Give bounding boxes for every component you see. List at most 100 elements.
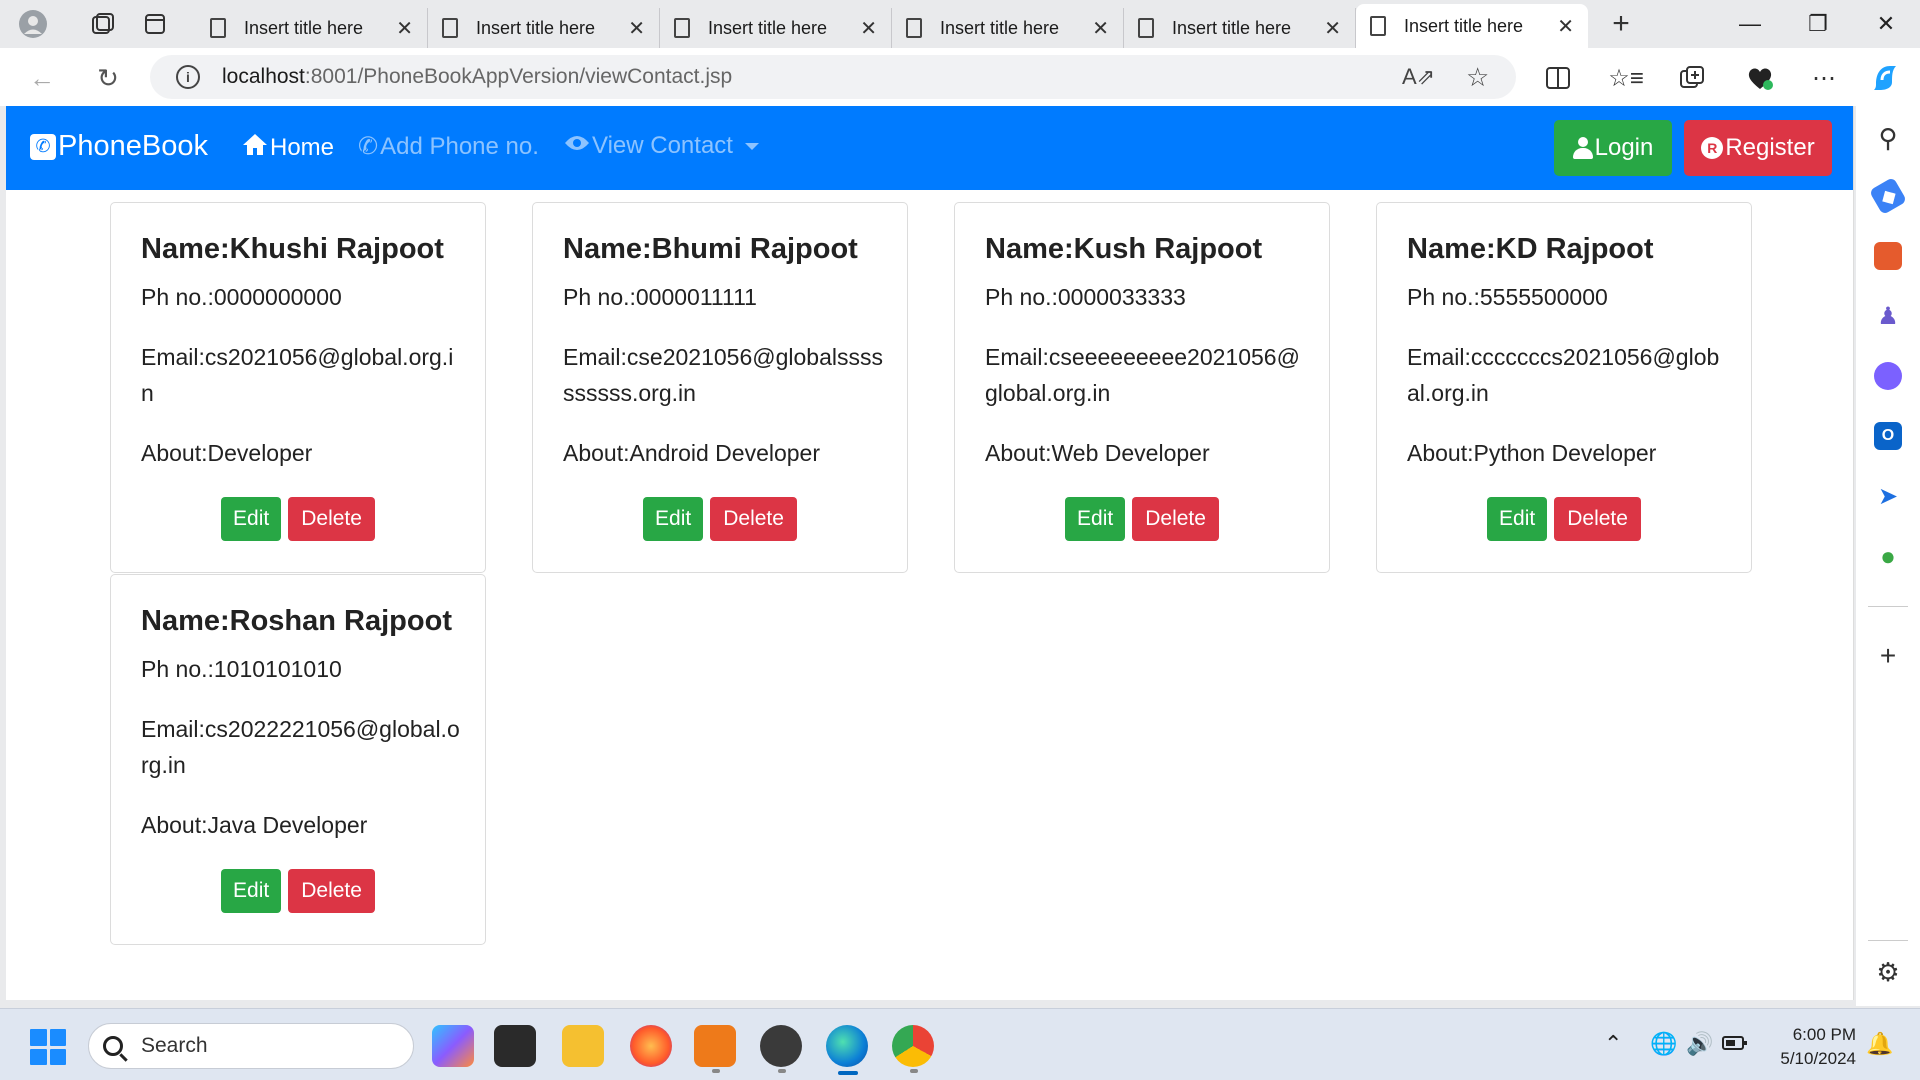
delete-button[interactable]: Delete bbox=[1554, 497, 1641, 541]
firefox-icon[interactable] bbox=[630, 1025, 672, 1067]
copilot-icon[interactable] bbox=[1866, 58, 1906, 98]
delete-button[interactable]: Delete bbox=[1132, 497, 1219, 541]
contact-email: Email:cseeeeeeeee2021056@global.org.in bbox=[985, 344, 1300, 406]
search-icon[interactable]: ⚲ bbox=[1874, 123, 1902, 153]
copilot-taskbar-icon[interactable] bbox=[432, 1025, 474, 1067]
edit-button[interactable]: Edit bbox=[221, 869, 282, 913]
nav-add-phone-link[interactable]: ✆ Add Phone no. bbox=[358, 132, 539, 161]
nav-home-link[interactable]: Home bbox=[242, 132, 334, 163]
tab-actions-icon[interactable] bbox=[134, 3, 176, 45]
brand-link[interactable]: ✆ PhoneBook bbox=[30, 130, 208, 163]
browser-tab[interactable]: Insert title here ✕ bbox=[660, 8, 892, 48]
volume-icon[interactable]: 🔊 bbox=[1686, 1031, 1713, 1057]
file-explorer-icon[interactable] bbox=[562, 1025, 604, 1067]
contact-name: Name:Khushi Rajpoot bbox=[141, 233, 444, 265]
close-tab-icon[interactable]: ✕ bbox=[1557, 14, 1574, 39]
contact-card: Name:Roshan Rajpoot Ph no.:1010101010 Emai… bbox=[110, 574, 486, 945]
tree-icon[interactable]: ● bbox=[1874, 541, 1902, 571]
restore-icon[interactable]: ❐ bbox=[1784, 0, 1852, 48]
windows-start-icon[interactable] bbox=[30, 1029, 66, 1065]
address-bar[interactable]: i localhost:8001/PhoneBookAppVersion/vie… bbox=[150, 55, 1516, 99]
contact-actions: Edit Delete bbox=[955, 497, 1329, 541]
game-app-icon[interactable] bbox=[760, 1025, 802, 1067]
contact-email: Email:cse2021056@globalssssssssss.org.in bbox=[563, 344, 883, 406]
workspaces-icon[interactable] bbox=[82, 3, 124, 45]
contact-about: About:Developer bbox=[141, 440, 313, 466]
notification-bell-icon[interactable]: 🔔 bbox=[1866, 1031, 1893, 1057]
login-button[interactable]: Login bbox=[1554, 120, 1672, 176]
close-tab-icon[interactable]: ✕ bbox=[860, 16, 877, 41]
page-document-icon bbox=[1370, 16, 1386, 36]
terminal-app-icon[interactable] bbox=[494, 1025, 536, 1067]
telegram-send-icon[interactable]: ➤ bbox=[1874, 482, 1902, 510]
site-navbar: ✆ PhoneBook Home ✆ Add Phone no. View Co… bbox=[6, 106, 1853, 190]
tab-title: Insert title here bbox=[1172, 17, 1292, 38]
delete-button[interactable]: Delete bbox=[288, 869, 375, 913]
contact-card: Name:Khushi Rajpoot Ph no.:0000000000 Emai… bbox=[110, 202, 486, 573]
system-clock[interactable]: 6:00 PM 5/10/2024 bbox=[1756, 1023, 1856, 1071]
chrome-icon[interactable] bbox=[892, 1025, 934, 1067]
edit-button[interactable]: Edit bbox=[643, 497, 704, 541]
sidebar-settings-icon[interactable]: ⚙ bbox=[1874, 957, 1902, 987]
read-aloud-icon[interactable]: A⇗ bbox=[1402, 55, 1435, 99]
back-arrow-icon[interactable]: ← bbox=[22, 58, 62, 98]
split-screen-icon[interactable] bbox=[1538, 58, 1578, 98]
edit-button[interactable]: Edit bbox=[221, 497, 282, 541]
new-tab-button[interactable]: + bbox=[1596, 7, 1646, 41]
delete-button[interactable]: Delete bbox=[288, 497, 375, 541]
nav-view-contact-dropdown[interactable]: View Contact bbox=[564, 132, 759, 160]
add-sidebar-app-icon[interactable]: + bbox=[1874, 640, 1902, 671]
games-icon[interactable]: ♟ bbox=[1874, 302, 1902, 330]
contact-actions: Edit Delete bbox=[533, 497, 907, 541]
taskbar-search-box[interactable]: Search bbox=[88, 1023, 414, 1069]
network-globe-icon[interactable]: 🌐 bbox=[1650, 1031, 1677, 1057]
contact-name: Name:Bhumi Rajpoot bbox=[563, 233, 858, 265]
site-info-icon[interactable]: i bbox=[176, 65, 200, 89]
address-bar-row: ← ↻ i localhost:8001/PhoneBookAppVersion… bbox=[0, 48, 1920, 106]
close-tab-icon[interactable]: ✕ bbox=[396, 16, 413, 41]
contact-name: Name:Kush Rajpoot bbox=[985, 233, 1263, 265]
register-button[interactable]: R Register bbox=[1684, 120, 1832, 176]
contact-about: About:Java Developer bbox=[141, 812, 368, 838]
refresh-icon[interactable]: ↻ bbox=[88, 58, 128, 98]
favorites-icon[interactable]: ☆≡ bbox=[1606, 58, 1646, 98]
browser-essentials-icon[interactable] bbox=[1740, 58, 1780, 98]
edit-button[interactable]: Edit bbox=[1487, 497, 1548, 541]
edit-button[interactable]: Edit bbox=[1065, 497, 1126, 541]
edge-sidebar: ⚲ ◆ ♟ O ➤ ● + ⚙ bbox=[1856, 106, 1920, 1006]
microsoft-365-icon[interactable] bbox=[1874, 362, 1902, 390]
battery-icon[interactable] bbox=[1722, 1031, 1748, 1057]
tools-icon[interactable] bbox=[1874, 242, 1902, 270]
active-app-indicator bbox=[838, 1071, 858, 1075]
more-options-icon[interactable]: ⋯ bbox=[1804, 58, 1844, 98]
browser-tab[interactable]: Insert title here ✕ bbox=[428, 8, 660, 48]
show-hidden-icons-icon[interactable]: ⌃ bbox=[1604, 1031, 1622, 1057]
browser-tab[interactable]: Insert title here ✕ bbox=[892, 8, 1124, 48]
contact-phone: Ph no.:0000000000 bbox=[141, 284, 342, 310]
nav-view-contact-label: View Contact bbox=[592, 132, 733, 159]
contact-card: Name:Bhumi Rajpoot Ph no.:0000011111 Email… bbox=[532, 202, 908, 573]
browser-tab[interactable]: Insert title here ✕ bbox=[1356, 4, 1588, 48]
close-tab-icon[interactable]: ✕ bbox=[1092, 16, 1109, 41]
profile-avatar-icon[interactable] bbox=[12, 3, 54, 45]
media-app-icon[interactable] bbox=[694, 1025, 736, 1067]
page-viewport: ✆ PhoneBook Home ✆ Add Phone no. View Co… bbox=[6, 106, 1854, 1000]
clock-time: 6:00 PM bbox=[1792, 1025, 1856, 1044]
favorite-star-icon[interactable]: ☆ bbox=[1466, 55, 1489, 99]
minimize-icon[interactable]: — bbox=[1716, 0, 1784, 48]
close-tab-icon[interactable]: ✕ bbox=[1324, 16, 1341, 41]
window-controls: — ❐ ✕ bbox=[1716, 0, 1920, 48]
collections-icon[interactable] bbox=[1672, 58, 1712, 98]
shopping-tag-icon[interactable]: ◆ bbox=[1868, 176, 1908, 216]
browser-tab[interactable]: Insert title here ✕ bbox=[196, 8, 428, 48]
close-window-icon[interactable]: ✕ bbox=[1852, 0, 1920, 48]
tab-title: Insert title here bbox=[476, 17, 596, 38]
home-icon bbox=[242, 132, 268, 163]
outlook-icon[interactable]: O bbox=[1874, 422, 1902, 450]
browser-tab[interactable]: Insert title here ✕ bbox=[1124, 8, 1356, 48]
contact-phone: Ph no.:5555500000 bbox=[1407, 284, 1608, 310]
close-tab-icon[interactable]: ✕ bbox=[628, 16, 645, 41]
delete-button[interactable]: Delete bbox=[710, 497, 797, 541]
edge-browser-icon[interactable] bbox=[826, 1025, 868, 1067]
sidebar-divider bbox=[1868, 606, 1908, 607]
